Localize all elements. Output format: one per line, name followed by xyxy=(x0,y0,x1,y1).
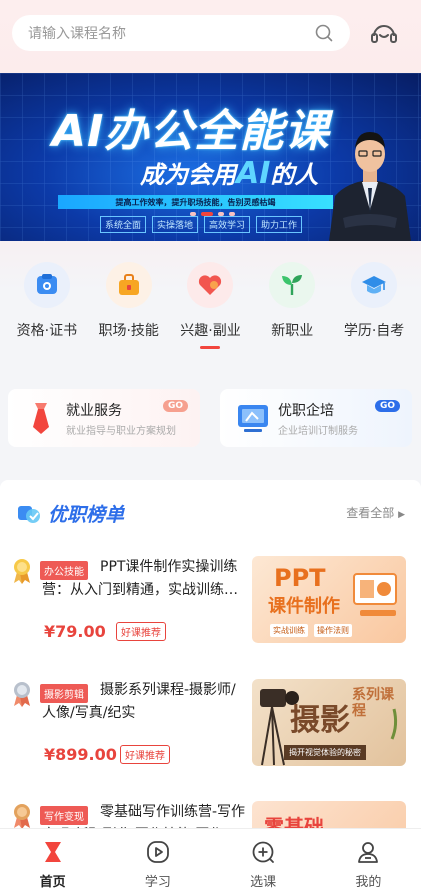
pagination-dot xyxy=(229,212,235,216)
user-icon xyxy=(358,842,379,863)
chevron-right-icon: ▶ xyxy=(398,510,405,520)
thumb-title: PPT xyxy=(274,564,326,592)
course-tag: 摄影剪辑 xyxy=(40,684,88,703)
course-price: ¥899.00 xyxy=(44,745,117,764)
go-badge: GO xyxy=(162,400,188,412)
banner-subtitle: 成为会用AI的人 xyxy=(140,155,318,191)
category-underline xyxy=(37,346,57,349)
service-title: 优职企培 xyxy=(278,403,334,419)
search-input[interactable]: 请输入课程名称 xyxy=(28,23,314,43)
category-icon-wrap xyxy=(105,262,152,308)
customer-service-icon[interactable] xyxy=(368,18,400,50)
category-label: 资格·证书 xyxy=(16,323,78,339)
pagination-dot xyxy=(218,212,224,216)
thumb-title: 摄影 xyxy=(290,703,350,738)
employment-service-card[interactable]: 就业服务 就业指导与职业方案规划 GO xyxy=(8,389,200,447)
category-underline xyxy=(282,346,302,349)
thumb-tags: 实战训练 操作法则 xyxy=(270,624,352,637)
category-icon-wrap xyxy=(187,262,234,308)
tab-label: 首页 xyxy=(39,875,66,890)
certificate-icon xyxy=(36,274,57,294)
course-tag: 办公技能 xyxy=(40,561,88,580)
course-tag: 写作变现 xyxy=(40,806,88,825)
category-icon-wrap xyxy=(351,262,398,308)
thumb-caption: 揭开视觉体验的秘密 xyxy=(284,745,366,760)
search-bar[interactable]: 请输入课程名称 xyxy=(12,15,350,51)
instructor-photo xyxy=(329,132,411,241)
category-label: 兴趣·副业 xyxy=(180,323,241,339)
ranking-header: 优职榜单 xyxy=(16,500,124,527)
category-underline xyxy=(364,346,384,349)
tab-course-select[interactable]: 选课 xyxy=(211,829,316,892)
banner-tag: 系统全面 xyxy=(100,216,147,233)
banner-tag: 实操落地 xyxy=(152,216,199,233)
category-icon-wrap xyxy=(23,262,70,308)
tab-home[interactable]: 首页 xyxy=(0,829,105,892)
recommend-badge: 好课推荐 xyxy=(116,622,166,641)
heart-icon xyxy=(199,275,222,295)
view-all-label: 查看全部 xyxy=(346,506,395,520)
briefcase-icon xyxy=(118,274,139,295)
home-icon xyxy=(44,842,61,862)
category-underline xyxy=(119,346,139,349)
tab-label: 选课 xyxy=(250,875,277,890)
plus-circle-icon xyxy=(252,841,275,863)
ranking-logo-icon xyxy=(18,505,40,523)
thumb-tag: 实战训练 xyxy=(270,624,308,637)
category-label: 职场·技能 xyxy=(98,323,159,339)
recommend-badge: 好课推荐 xyxy=(120,745,170,764)
tab-profile[interactable]: 我的 xyxy=(316,829,421,892)
category-icon-wrap xyxy=(269,262,316,308)
search-icon[interactable] xyxy=(314,23,334,43)
category-new-career[interactable]: 新职业 xyxy=(252,262,332,349)
course-price: ¥79.00 xyxy=(44,622,106,641)
tie-icon xyxy=(33,403,49,434)
silver-medal-icon xyxy=(14,682,30,707)
pagination-dot-active xyxy=(201,212,213,216)
graduation-cap-icon xyxy=(362,276,387,294)
thumb-subtitle: 系列课程 xyxy=(352,687,394,719)
gold-medal-icon xyxy=(14,559,30,584)
play-circle-icon xyxy=(146,841,169,863)
view-all-link[interactable]: 查看全部 ▶ xyxy=(346,504,405,521)
ranking-title: 优职榜单 xyxy=(48,504,125,526)
category-label: 新职业 xyxy=(271,323,314,339)
course-thumbnail: PPT 课件制作 实战训练 操作法则 xyxy=(252,556,406,643)
sprout-icon xyxy=(282,275,303,295)
thumb-subtitle: 课件制作 xyxy=(268,596,340,617)
banner-tag: 高效学习 xyxy=(204,216,251,233)
banner-subtitle-ai: AI xyxy=(236,156,271,191)
category-label: 学历·自考 xyxy=(343,323,405,339)
pagination-dot xyxy=(190,212,196,216)
course-item[interactable]: PPT课件制作实操训练营：从入门到精通，实战训练… 办公技能 ¥79.00 好课… xyxy=(12,556,410,648)
banner-subtitle-post: 的人 xyxy=(270,161,319,189)
banner-tag: 助力工作 xyxy=(256,216,303,233)
tab-study[interactable]: 学习 xyxy=(105,829,210,892)
thumb-tag: 操作法则 xyxy=(314,624,352,637)
service-subtitle: 就业指导与职业方案规划 xyxy=(66,426,176,437)
banner-strip: 提高工作效率，提升职场技能，告别灵感枯竭 xyxy=(58,195,333,209)
banner-pagination xyxy=(190,212,235,216)
enterprise-training-card[interactable]: 优职企培 企业培训订制服务 GO xyxy=(220,389,412,447)
ranking-section: 优职榜单 查看全部 ▶ xyxy=(0,480,421,840)
course-thumbnail: 摄影 系列课程 揭开视觉体验的秘密 xyxy=(252,679,406,766)
bronze-medal-icon xyxy=(14,804,30,829)
service-subtitle: 企业培训订制服务 xyxy=(278,426,358,437)
category-workplace[interactable]: 职场·技能 xyxy=(89,262,169,349)
service-title: 就业服务 xyxy=(66,403,122,419)
category-interest[interactable]: 兴趣·副业 xyxy=(170,262,250,349)
tab-label: 我的 xyxy=(355,875,382,890)
course-item[interactable]: 摄影系列课程-摄影师/人像/写真/纪实 摄影剪辑 ¥899.00 好课推荐 摄影… xyxy=(12,679,410,771)
banner-tags: 系统全面 实操落地 高效学习 助力工作 xyxy=(100,216,303,233)
tab-label: 学习 xyxy=(144,875,171,890)
go-badge: GO xyxy=(374,400,400,412)
category-certificate[interactable]: 资格·证书 xyxy=(7,262,87,349)
category-nav: 资格·证书 职场·技能 兴趣·副业 新职业 学历·自考 xyxy=(0,262,421,349)
category-underline-active xyxy=(200,346,221,349)
banner-subtitle-pre: 成为会用 xyxy=(140,161,236,189)
category-education[interactable]: 学历·自考 xyxy=(334,262,414,349)
training-board-icon xyxy=(238,405,268,432)
bottom-tab-bar: 首页 学习 选课 我的 xyxy=(0,828,421,892)
banner-title: AI办公全能课 xyxy=(52,106,330,157)
